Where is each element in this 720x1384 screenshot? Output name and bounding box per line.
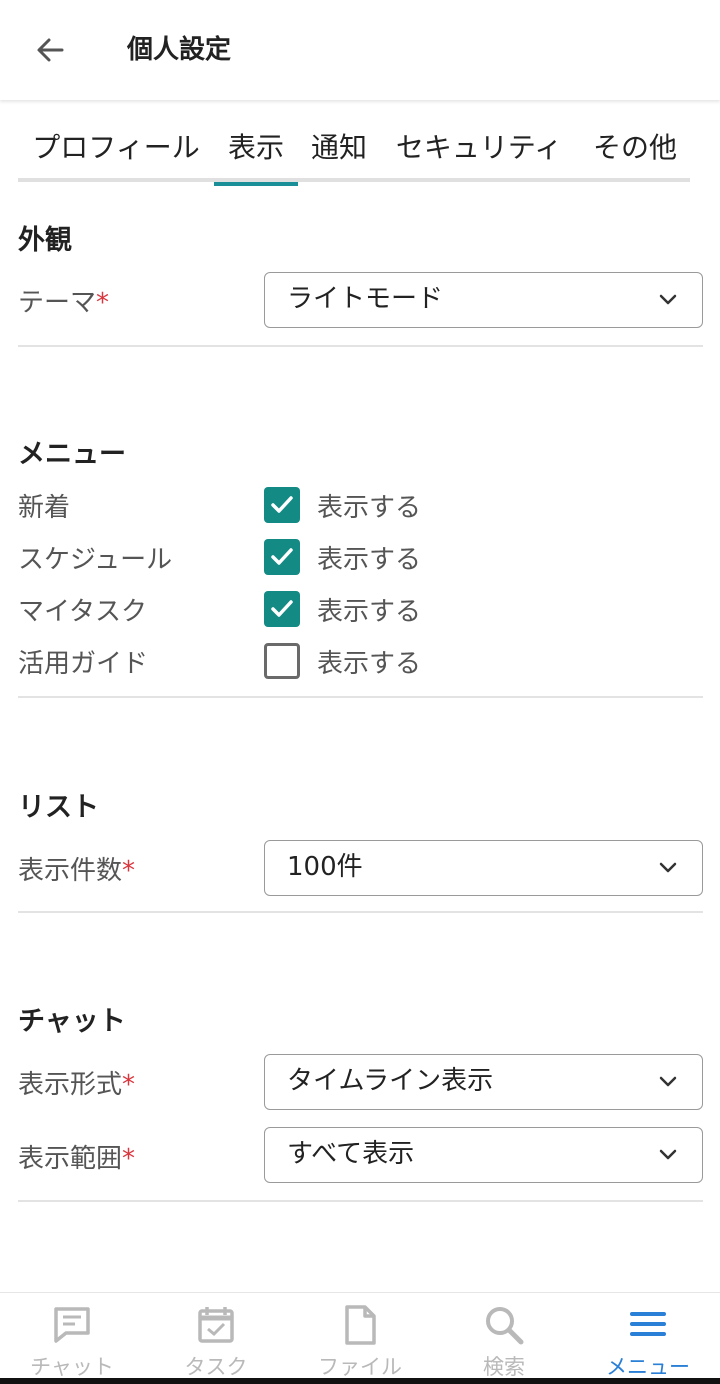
menu-icon	[630, 1312, 666, 1336]
required-mark: *	[122, 1144, 136, 1174]
nav-item-file-label: ファイル	[318, 1355, 402, 1379]
tab-bar: プロフィール 表示 通知 セキュリティ その他	[18, 118, 690, 186]
checkbox-new[interactable]	[264, 487, 300, 523]
chevron-down-icon	[659, 1149, 677, 1160]
divider	[18, 1200, 703, 1202]
menu-item-label-new: 新着	[18, 493, 71, 523]
checkbox-new-label[interactable]: 表示する	[317, 487, 421, 524]
divider	[18, 696, 703, 698]
tab-security[interactable]: セキュリティ	[394, 118, 564, 182]
display-range-select[interactable]: すべて表示	[264, 1127, 703, 1183]
nav-item-search-label: 検索	[483, 1355, 525, 1379]
check-icon	[271, 548, 293, 565]
check-icon	[271, 600, 293, 617]
required-mark: *	[122, 1070, 136, 1100]
menu-item-label-my-task: マイタスク	[18, 597, 147, 627]
system-bar-edge	[0, 1378, 720, 1384]
nav-item-task-label: タスク	[184, 1355, 248, 1379]
search-icon	[486, 1307, 524, 1345]
back-button[interactable]	[28, 28, 72, 72]
nav-item-menu[interactable]: メニュー	[576, 1293, 720, 1384]
checkbox-guide-label[interactable]: 表示する	[317, 643, 421, 680]
calendar-check-icon	[198, 1307, 234, 1343]
required-mark: *	[96, 288, 110, 318]
app-bar: 個人設定	[0, 0, 720, 100]
display-format-label: 表示形式*	[18, 1070, 136, 1100]
back-arrow-icon	[37, 38, 64, 62]
menu-item-label-schedule: スケジュール	[18, 545, 173, 575]
nav-item-chat-label: チャット	[30, 1355, 114, 1379]
theme-label: テーマ*	[18, 288, 110, 318]
display-range-select-value: すべて表示	[287, 1139, 415, 1169]
file-icon	[345, 1305, 376, 1345]
nav-item-search[interactable]: 検索	[432, 1293, 576, 1384]
checkbox-my-task[interactable]	[264, 591, 300, 627]
section-title-appearance: 外観	[18, 225, 72, 256]
display-format-select[interactable]: タイムライン表示	[264, 1054, 703, 1110]
page-title: 個人設定	[127, 35, 232, 65]
chat-icon	[54, 1307, 90, 1343]
checkbox-schedule-label[interactable]: 表示する	[317, 539, 421, 576]
tab-display[interactable]: 表示	[214, 118, 298, 186]
checkbox-my-task-label[interactable]: 表示する	[317, 591, 421, 628]
chevron-down-icon	[659, 1076, 677, 1087]
theme-select-value: ライトモード	[287, 284, 444, 314]
section-title-menu: メニュー	[18, 439, 126, 470]
required-mark: *	[122, 856, 136, 886]
tab-other[interactable]: その他	[590, 118, 680, 182]
checkbox-schedule[interactable]	[264, 539, 300, 575]
chevron-down-icon	[659, 862, 677, 873]
nav-item-chat[interactable]: チャット	[0, 1293, 144, 1384]
tab-profile[interactable]: プロフィール	[32, 118, 200, 182]
checkbox-guide[interactable]	[264, 643, 300, 679]
tab-notifications[interactable]: 通知	[308, 118, 370, 182]
nav-item-file[interactable]: ファイル	[288, 1293, 432, 1384]
check-icon	[271, 496, 293, 513]
chevron-down-icon	[659, 294, 677, 305]
display-count-label: 表示件数*	[18, 856, 136, 886]
menu-item-label-guide: 活用ガイド	[18, 649, 149, 679]
divider	[18, 345, 703, 347]
section-title-chat: チャット	[18, 1006, 126, 1037]
display-count-select[interactable]: 100件	[264, 840, 703, 896]
display-count-select-value: 100件	[287, 852, 363, 882]
divider	[18, 911, 703, 913]
bottom-navigation: チャット タスク ファイル 検索 メニュー	[0, 1292, 720, 1384]
nav-item-menu-label: メニュー	[606, 1355, 690, 1379]
theme-select[interactable]: ライトモード	[264, 272, 703, 328]
section-title-list: リスト	[18, 792, 99, 823]
display-format-select-value: タイムライン表示	[287, 1066, 494, 1096]
display-range-label: 表示範囲*	[18, 1144, 136, 1174]
nav-item-task[interactable]: タスク	[144, 1293, 288, 1384]
